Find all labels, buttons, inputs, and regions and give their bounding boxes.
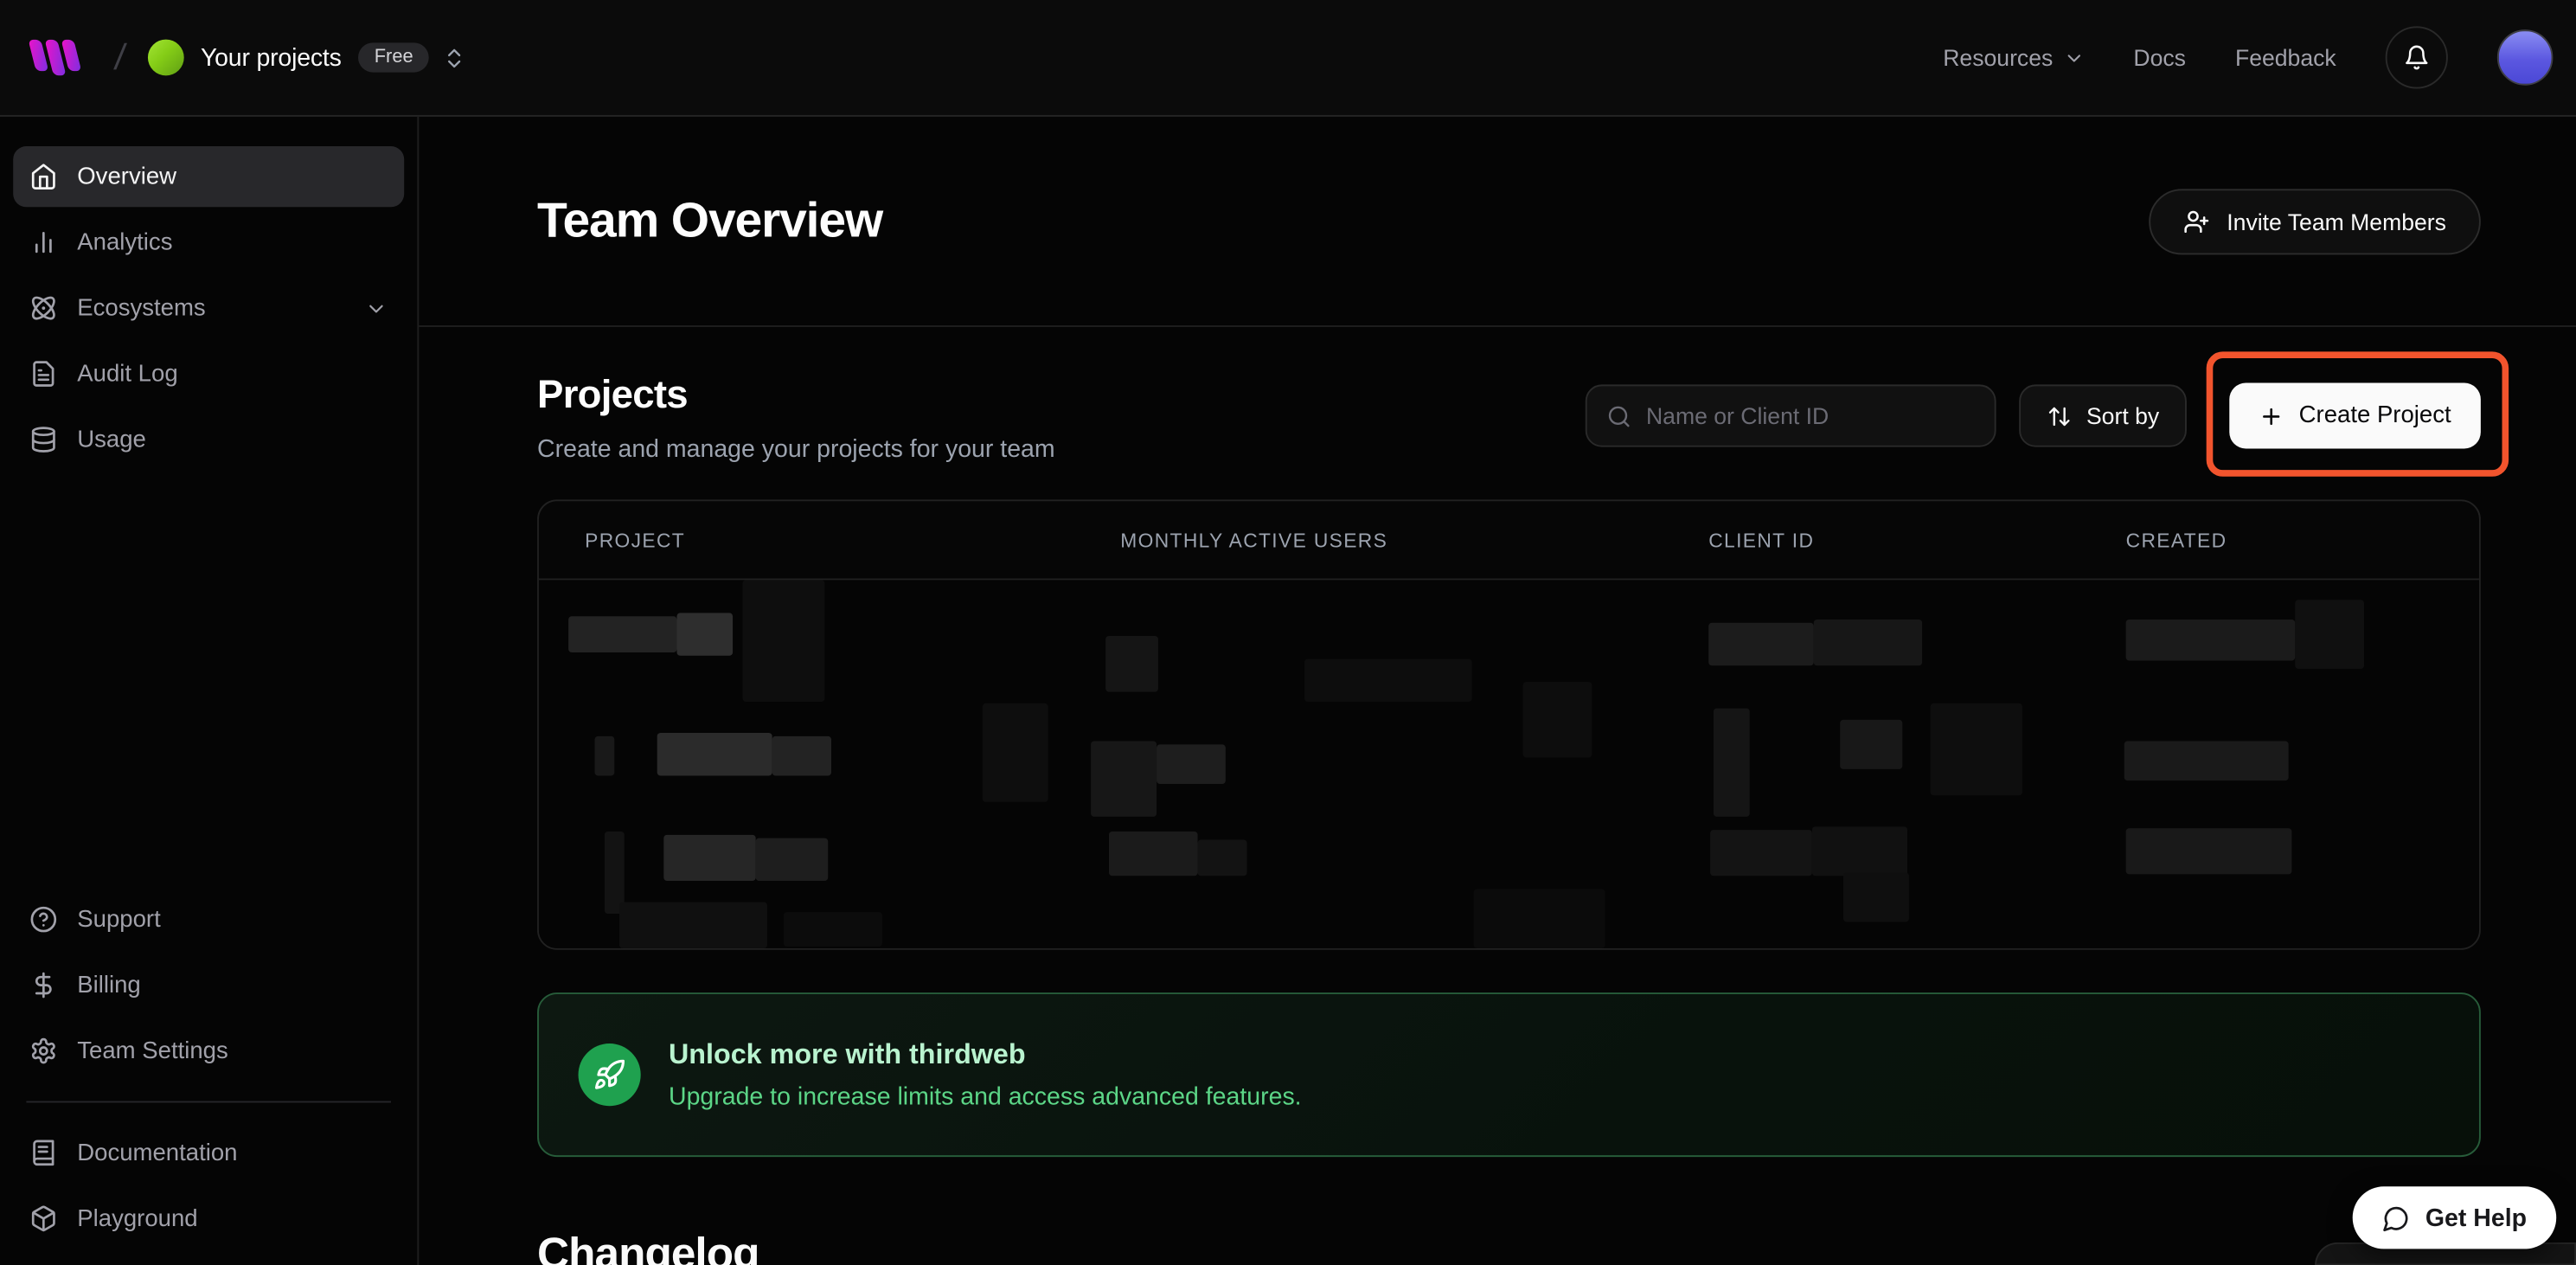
invite-team-members-button[interactable]: Invite Team Members bbox=[2150, 188, 2481, 254]
sidebar-item-playground[interactable]: Playground bbox=[13, 1188, 404, 1249]
header-actions: Resources Docs Feedback bbox=[1943, 26, 2553, 88]
chevrons-up-down-icon bbox=[443, 45, 467, 69]
search-icon bbox=[1606, 403, 1631, 427]
thirdweb-logo[interactable] bbox=[26, 35, 92, 80]
dollar-icon bbox=[29, 971, 57, 999]
projects-title: Projects bbox=[537, 373, 1055, 419]
nav-resources[interactable]: Resources bbox=[1943, 44, 2084, 70]
sidebar-item-support[interactable]: Support bbox=[13, 889, 404, 949]
sidebar-item-analytics[interactable]: Analytics bbox=[13, 212, 404, 273]
team-switcher[interactable]: Your projects Free bbox=[148, 40, 429, 76]
chevron-down-icon bbox=[2063, 47, 2085, 68]
notifications-button[interactable] bbox=[2386, 26, 2448, 88]
user-avatar[interactable] bbox=[2497, 29, 2554, 86]
team-avatar bbox=[148, 40, 184, 76]
get-help-label: Get Help bbox=[2425, 1204, 2527, 1231]
chevron-down-icon bbox=[365, 297, 388, 320]
create-project-label: Create Project bbox=[2299, 402, 2451, 428]
book-icon bbox=[29, 1139, 57, 1166]
breadcrumb: / Your projects Free bbox=[26, 35, 467, 80]
team-overview-header: Team Overview Invite Team Members bbox=[419, 117, 2576, 327]
breadcrumb-separator: / bbox=[112, 36, 128, 79]
team-switcher-toggle[interactable] bbox=[443, 45, 467, 69]
nav-resources-label: Resources bbox=[1943, 44, 2053, 70]
sort-by-label: Sort by bbox=[2086, 402, 2159, 428]
sidebar-item-label: Support bbox=[77, 906, 160, 932]
nav-feedback[interactable]: Feedback bbox=[2235, 44, 2336, 70]
sidebar-item-team-settings[interactable]: Team Settings bbox=[13, 1020, 404, 1081]
sidebar-item-overview[interactable]: Overview bbox=[13, 146, 404, 207]
upgrade-banner[interactable]: Unlock more with thirdweb Upgrade to inc… bbox=[537, 992, 2481, 1157]
bell-icon bbox=[2404, 44, 2430, 70]
project-search-input[interactable] bbox=[1646, 402, 1975, 428]
plan-badge: Free bbox=[358, 42, 430, 72]
sidebar-item-usage[interactable]: Usage bbox=[13, 409, 404, 470]
sidebar-item-label: Ecosystems bbox=[77, 295, 205, 321]
gear-icon bbox=[29, 1037, 57, 1064]
sidebar-item-label: Usage bbox=[77, 427, 146, 453]
changelog-title: Changelog bbox=[537, 1230, 2576, 1265]
invite-button-label: Invite Team Members bbox=[2227, 208, 2446, 234]
sidebar-item-label: Team Settings bbox=[77, 1037, 228, 1063]
projects-section-header: Projects Create and manage your projects… bbox=[537, 373, 2481, 463]
projects-table-header: PROJECT MONTHLY ACTIVE USERS CLIENT ID C… bbox=[539, 501, 2479, 580]
help-circle-icon bbox=[29, 905, 57, 933]
box-icon bbox=[29, 1204, 57, 1232]
bar-chart-icon bbox=[29, 228, 57, 256]
app-window: / Your projects Free Resources Docs Feed… bbox=[0, 0, 2576, 1265]
sidebar-item-audit-log[interactable]: Audit Log bbox=[13, 344, 404, 404]
main-content: Team Overview Invite Team Members Projec… bbox=[419, 117, 2576, 1265]
sort-by-button[interactable]: Sort by bbox=[2019, 384, 2187, 446]
user-plus-icon bbox=[2184, 208, 2210, 234]
sidebar-divider bbox=[26, 1101, 391, 1102]
column-header-created: CREATED bbox=[2126, 529, 2479, 552]
sidebar-item-label: Billing bbox=[77, 972, 140, 998]
sidebar-item-label: Documentation bbox=[77, 1140, 237, 1165]
sidebar-item-ecosystems[interactable]: Ecosystems bbox=[13, 278, 404, 338]
banner-subtitle: Upgrade to increase limits and access ad… bbox=[669, 1083, 1302, 1111]
sidebar-item-documentation[interactable]: Documentation bbox=[13, 1122, 404, 1183]
column-header-client-id: CLIENT ID bbox=[1708, 529, 2125, 552]
atom-icon bbox=[29, 294, 57, 322]
sidebar-item-label: Playground bbox=[77, 1205, 197, 1231]
projects-table-rows-redacted[interactable] bbox=[539, 580, 2479, 947]
thirdweb-logo-icon bbox=[26, 35, 92, 80]
arrow-up-down-icon bbox=[2047, 403, 2071, 427]
home-icon bbox=[29, 163, 57, 190]
file-text-icon bbox=[29, 360, 57, 388]
sidebar-item-label: Analytics bbox=[77, 229, 172, 255]
projects-table: PROJECT MONTHLY ACTIVE USERS CLIENT ID C… bbox=[537, 499, 2481, 949]
projects-subtitle: Create and manage your projects for your… bbox=[537, 435, 1055, 463]
column-header-monthly-active-users: MONTHLY ACTIVE USERS bbox=[1120, 529, 1708, 552]
team-name: Your projects bbox=[201, 43, 342, 71]
sidebar-item-label: Audit Log bbox=[77, 361, 177, 387]
sidebar-main-nav: Overview Analytics Ecosystems bbox=[13, 146, 404, 470]
sidebar-item-billing[interactable]: Billing bbox=[13, 954, 404, 1015]
rocket-icon bbox=[579, 1043, 641, 1106]
plus-icon bbox=[2259, 403, 2284, 427]
sidebar: Overview Analytics Ecosystems bbox=[0, 117, 419, 1265]
database-icon bbox=[29, 426, 57, 453]
top-header: / Your projects Free Resources Docs Feed… bbox=[0, 0, 2576, 117]
project-search bbox=[1586, 384, 1996, 446]
chat-bubble-icon bbox=[2382, 1204, 2410, 1231]
nav-docs[interactable]: Docs bbox=[2133, 44, 2186, 70]
sidebar-footer-nav: Support Billing Team Settings bbox=[13, 889, 404, 1249]
column-header-project: PROJECT bbox=[585, 529, 1120, 552]
projects-controls: Sort by Create Project bbox=[1586, 383, 2481, 449]
page-title: Team Overview bbox=[537, 193, 882, 249]
sidebar-item-label: Overview bbox=[77, 164, 176, 189]
banner-title: Unlock more with thirdweb bbox=[669, 1038, 1302, 1071]
get-help-button[interactable]: Get Help bbox=[2353, 1186, 2556, 1249]
create-project-button[interactable]: Create Project bbox=[2230, 383, 2481, 449]
